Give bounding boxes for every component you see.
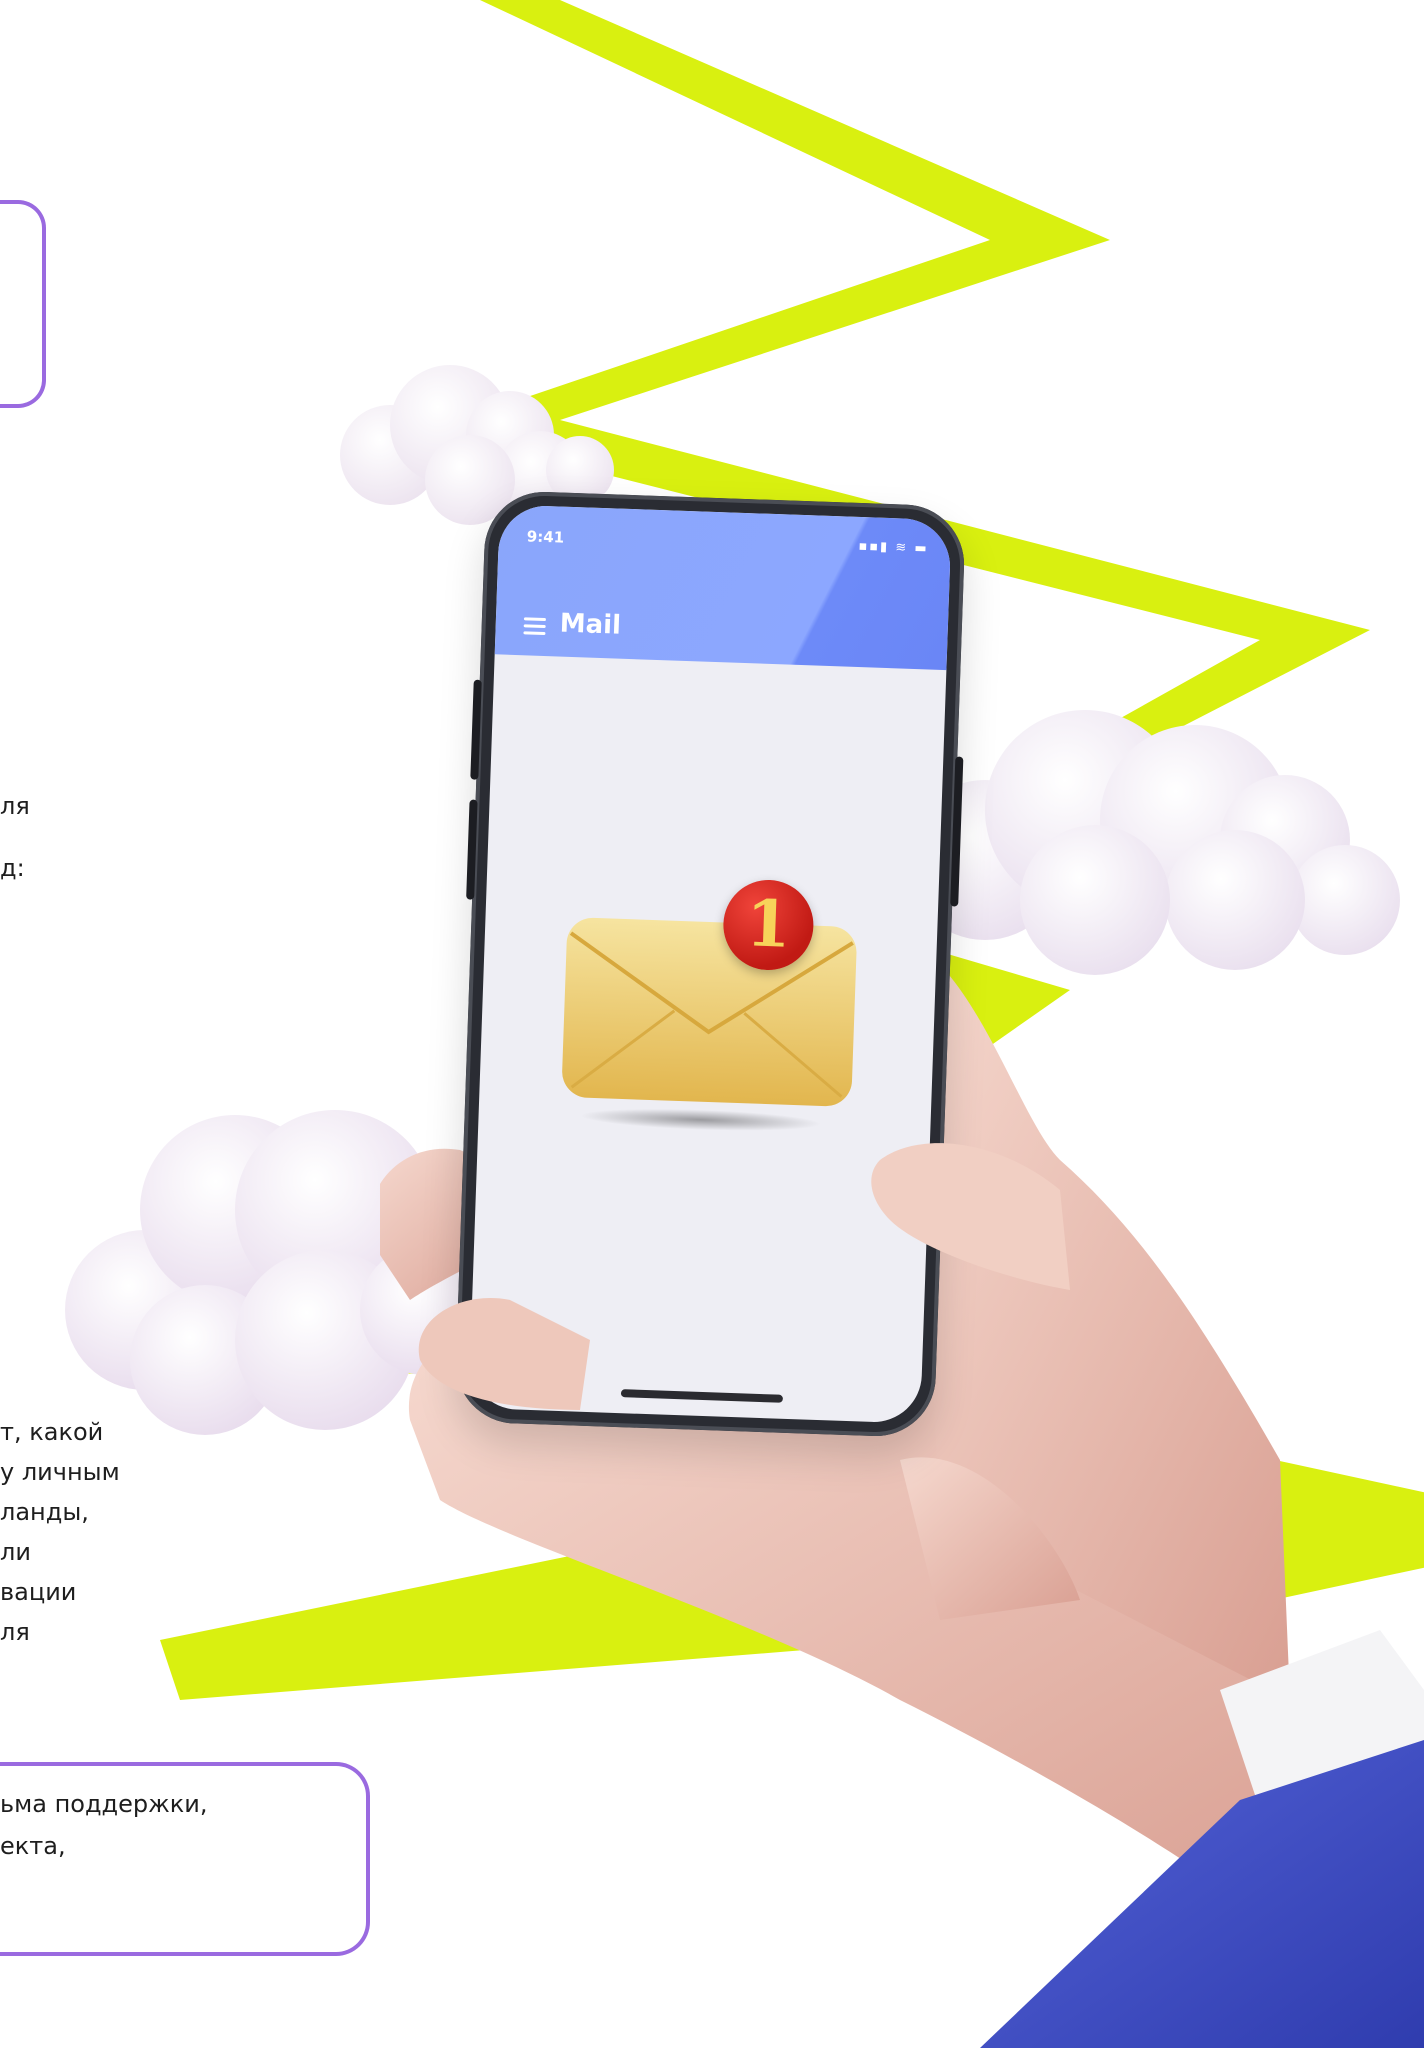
status-time: 9:41 bbox=[526, 527, 565, 547]
text-block-line: ли bbox=[0, 1538, 31, 1566]
box-text-line: екта, bbox=[0, 1832, 66, 1860]
home-indicator bbox=[620, 1389, 784, 1403]
menu-icon[interactable] bbox=[523, 617, 546, 635]
text-fragment-1: ля bbox=[0, 792, 30, 820]
finger-illustration bbox=[871, 1143, 1070, 1290]
text-block-line: ля bbox=[0, 1618, 30, 1646]
text-block-line: вации bbox=[0, 1578, 77, 1606]
text-fragment-2: д: bbox=[0, 854, 25, 882]
thumb-illustration bbox=[418, 1298, 590, 1410]
info-frame-bottom: ьма поддержки, екта, bbox=[0, 1762, 370, 1956]
app-header: 9:41 ▪▪▮ ≋ ▬ Mail bbox=[494, 504, 952, 671]
app-title: Mail bbox=[559, 608, 622, 641]
info-frame-top bbox=[0, 200, 46, 408]
text-block-line: у личным bbox=[0, 1458, 120, 1486]
text-block-line: ланды, bbox=[0, 1498, 89, 1526]
envelope-icon[interactable] bbox=[550, 897, 868, 1148]
box-text-line: ьма поддержки, bbox=[0, 1790, 208, 1818]
status-icons: ▪▪▮ ≋ ▬ bbox=[858, 538, 929, 557]
